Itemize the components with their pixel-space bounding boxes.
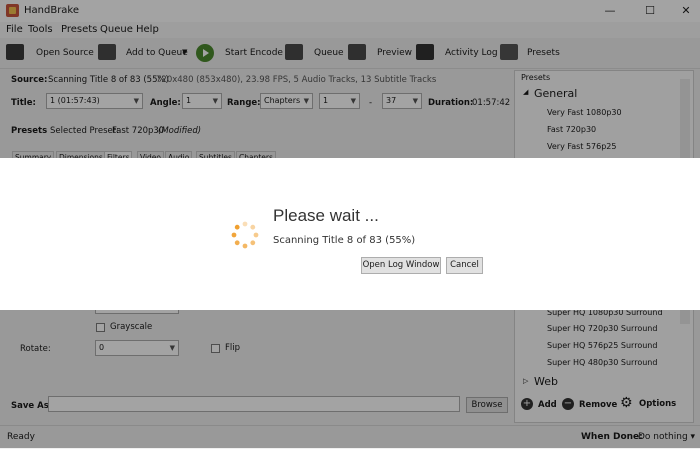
dialog-title: Please wait ... bbox=[273, 206, 379, 225]
loading-spinner-icon bbox=[231, 221, 259, 249]
cancel-button[interactable]: Cancel bbox=[446, 257, 483, 274]
please-wait-dialog: Please wait ... Scanning Title 8 of 83 (… bbox=[0, 158, 700, 310]
dialog-status: Scanning Title 8 of 83 (55%) bbox=[273, 235, 416, 246]
open-log-window-button[interactable]: Open Log Window bbox=[361, 257, 441, 274]
